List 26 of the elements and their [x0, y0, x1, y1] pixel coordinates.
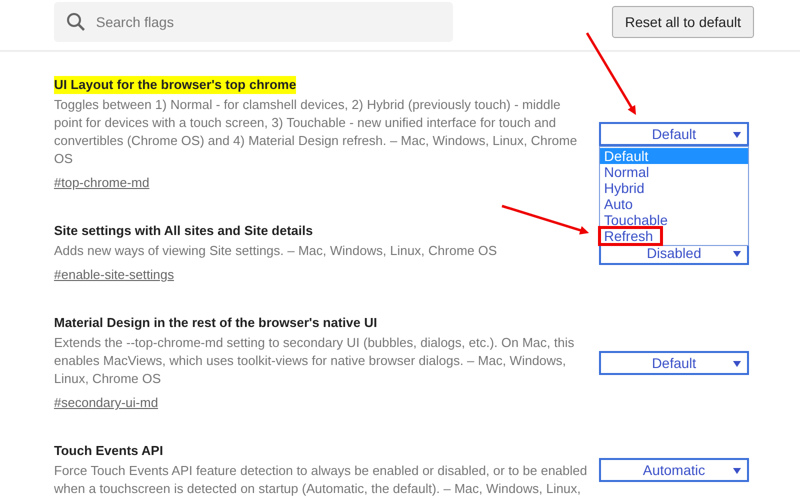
caret-icon [733, 361, 741, 367]
flag-title: Material Design in the rest of the browser's native UI [54, 314, 378, 332]
flag-select[interactable]: Default [599, 122, 749, 146]
flag-select[interactable]: Automatic [599, 458, 749, 482]
flag-description: Adds new ways of viewing Site settings. – Mac, Windows, Linux, Chrome OS [54, 242, 497, 260]
dropdown-option[interactable]: Refresh [600, 228, 662, 244]
flag-title: UI Layout for the browser's top chrome [54, 76, 296, 94]
flag-select[interactable]: Default [599, 351, 749, 375]
caret-icon [733, 468, 741, 474]
flag-description: Extends the --top-chrome-md setting to secondary UI (bubbles, dialogs, etc.). On Mac, this enables MacViews, which uses toolkit-views for native browser dialogs. – Mac, Windows, Linux, Chrome OS [54, 334, 576, 388]
dropdown-option[interactable]: Auto [600, 196, 748, 212]
flag-link[interactable]: #enable-site-settings [54, 266, 174, 284]
caret-icon [733, 251, 741, 257]
dropdown-option[interactable]: Normal [600, 164, 748, 180]
flag-description: Toggles between 1) Normal - for clamshell devices, 2) Hybrid (previously touch) - middle point for devices with a touch screen, 3) Touchable - new unified interface for touch and convertibles (Chrome OS) and 4) Material Design refresh. – Mac, Windows, Linux, Chrome OS [54, 96, 578, 168]
dropdown-option[interactable]: Touchable [600, 212, 748, 228]
flag-title: Touch Events API [54, 442, 164, 460]
search-field[interactable]: Search flags [54, 2, 453, 42]
caret-icon [733, 132, 741, 138]
search-icon [66, 12, 86, 32]
dropdown-option[interactable]: Hybrid [600, 180, 748, 196]
flag-link[interactable]: #secondary-ui-md [54, 394, 158, 412]
flag-description: Force Touch Events API feature detection to always be enabled or disabled, or to be enabled when a touchscreen is detected on startup (Automatic, the default). – Mac, Windows, Linux, [54, 462, 588, 498]
flag-link[interactable]: #top-chrome-md [54, 174, 150, 192]
flag-title: Site settings with All sites and Site details [54, 222, 313, 240]
reset-button[interactable]: Reset all to default [612, 6, 754, 38]
